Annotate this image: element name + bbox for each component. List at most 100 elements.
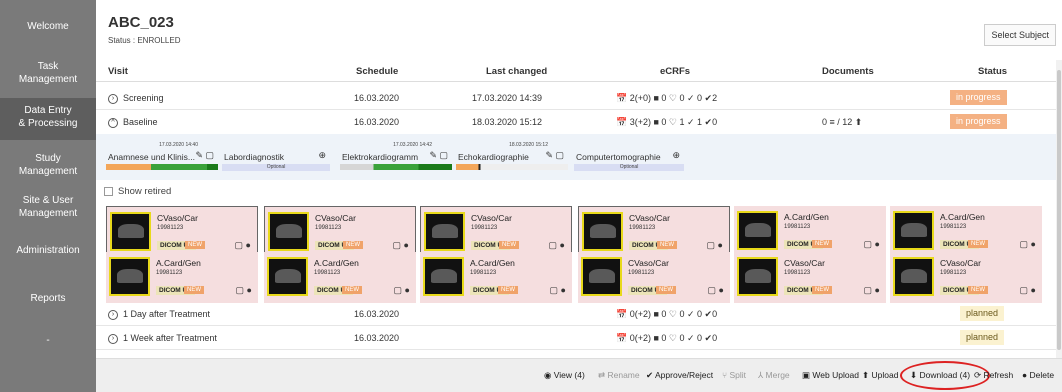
visit-name: 1 Day after Treatment bbox=[123, 309, 211, 319]
visit-ecrfs-summary: 📅 0(+2) ■ 0 ♡ 0 ✓ 0 ✔0 bbox=[616, 333, 718, 343]
comment-info-icons[interactable]: ▢ ● bbox=[707, 240, 723, 251]
visit-row-1-week[interactable]: › 1 Week after Treatment 16.03.2020 📅 0(+… bbox=[96, 326, 1056, 350]
rename-button[interactable]: ⇄ Rename bbox=[598, 370, 640, 381]
document-card[interactable]: A.Card/Gen 19981123 DICOM US NEW ▢ ● bbox=[106, 252, 258, 303]
document-card[interactable]: CVaso/Car 19981123 DICOM US NEW ▢ ● bbox=[890, 252, 1042, 303]
visit-last-changed: 17.03.2020 14:39 bbox=[472, 93, 543, 103]
sidebar-item-data-entry[interactable]: Data Entry & Processing bbox=[0, 98, 96, 140]
expand-icon[interactable]: › bbox=[108, 93, 118, 104]
document-card[interactable]: CVaso/Car 19981123 DICOM US NEW ▢ ● bbox=[734, 252, 886, 303]
visit-row-1-day[interactable]: › 1 Day after Treatment 16.03.2020 📅 0(+2… bbox=[96, 302, 1056, 326]
upload-button[interactable]: ⬆ Upload bbox=[862, 370, 898, 381]
visit-row-baseline[interactable]: ^ Baseline 16.03.2020 18.03.2020 15:12 📅 … bbox=[96, 110, 1056, 134]
crf-progress-bar bbox=[340, 164, 452, 170]
visit-schedule: 16.03.2020 bbox=[354, 93, 400, 103]
document-id: 19981123 bbox=[470, 270, 497, 276]
crf-item[interactable]: Labordiagnostik ⊕ Optional bbox=[222, 142, 330, 172]
collapse-icon[interactable]: ^ bbox=[108, 117, 118, 128]
web-upload-button[interactable]: ▣ Web Upload bbox=[802, 370, 859, 381]
action-toolbar: ◉ View (4) ⇄ Rename ✔ Approve/Reject ⑂ S… bbox=[96, 358, 1062, 392]
sidebar-item-site-user-management[interactable]: Site & User Management bbox=[0, 194, 96, 220]
ultrasound-thumbnail bbox=[423, 257, 464, 296]
ultrasound-thumbnail bbox=[109, 257, 150, 296]
document-card[interactable]: A.Card/Gen 19981123 DICOM US NEW ▢ ● bbox=[734, 206, 886, 257]
crf-name: Echokardiographie bbox=[458, 152, 529, 162]
new-badge: NEW bbox=[968, 286, 988, 294]
document-card[interactable]: A.Card/Gen 19981123 DICOM US NEW ▢ ● bbox=[420, 252, 572, 303]
document-id: 19981123 bbox=[629, 225, 656, 231]
document-card[interactable]: CVaso/Car 19981123 DICOM US NEW ▢ ● bbox=[264, 206, 416, 257]
col-status: Status bbox=[978, 66, 1008, 77]
document-title: A.Card/Gen bbox=[940, 212, 985, 222]
document-card[interactable]: A.Card/Gen 19981123 DICOM US NEW ▢ ● bbox=[264, 252, 416, 303]
merge-button[interactable]: ⅄ Merge bbox=[758, 370, 790, 381]
crf-timestamp: 17.03.2020 14:40 bbox=[159, 142, 198, 148]
col-schedule: Schedule bbox=[356, 66, 399, 77]
select-subject-button[interactable]: Select Subject bbox=[984, 24, 1056, 46]
comment-info-icons[interactable]: ▢ ● bbox=[393, 240, 409, 251]
comment-info-icons[interactable]: ▢ ● bbox=[864, 285, 880, 296]
comment-info-icons[interactable]: ▢ ● bbox=[394, 285, 410, 296]
visit-ecrfs-summary: 📅 3(+2) ■ 0 ♡ 1 ✓ 1 ✔0 bbox=[616, 117, 718, 127]
show-retired-label: Show retired bbox=[118, 186, 172, 197]
crf-item[interactable]: 17.03.2020 14:40 Anamnese und Klinis... … bbox=[106, 142, 218, 172]
visit-schedule: 16.03.2020 bbox=[354, 117, 400, 127]
edit-comment-icon[interactable]: ✎ ▢ bbox=[545, 150, 564, 161]
ultrasound-thumbnail bbox=[582, 212, 623, 251]
add-icon[interactable]: ⊕ bbox=[318, 150, 326, 161]
edit-comment-icon[interactable]: ✎ ▢ bbox=[429, 150, 448, 161]
sidebar-item-administration[interactable]: Administration bbox=[0, 244, 96, 257]
comment-info-icons[interactable]: ▢ ● bbox=[864, 239, 880, 250]
crf-item[interactable]: Computertomographie ⊕ Optional bbox=[574, 142, 684, 172]
sidebar-item-welcome[interactable]: Welcome bbox=[0, 20, 96, 33]
visit-row-screening[interactable]: › Screening 16.03.2020 17.03.2020 14:39 📅… bbox=[96, 86, 1056, 110]
refresh-button[interactable]: ⟳ Refresh bbox=[974, 370, 1013, 381]
document-card[interactable]: A.Card/Gen 19981123 DICOM US NEW ▢ ● bbox=[890, 206, 1042, 257]
crf-area: 17.03.2020 14:40 Anamnese und Klinis... … bbox=[96, 134, 1056, 180]
new-badge: NEW bbox=[185, 241, 205, 249]
document-card[interactable]: CVaso/Car 19981123 DICOM US NEW ▢ ● bbox=[106, 206, 258, 257]
sidebar-item-more[interactable]: - bbox=[0, 334, 96, 347]
document-title: A.Card/Gen bbox=[784, 212, 829, 222]
split-button[interactable]: ⑂ Split bbox=[722, 370, 746, 380]
show-retired-toggle[interactable]: Show retired bbox=[104, 186, 171, 197]
crf-item[interactable]: 18.03.2020 15:12 Echokardiographie ✎ ▢ bbox=[456, 142, 568, 172]
scrollbar-thumb[interactable] bbox=[1057, 70, 1061, 350]
new-badge: NEW bbox=[656, 286, 676, 294]
edit-comment-icon[interactable]: ✎ ▢ bbox=[195, 150, 214, 161]
document-title: CVaso/Car bbox=[157, 213, 198, 223]
sidebar-item-task-management[interactable]: Task Management bbox=[0, 60, 96, 86]
comment-info-icons[interactable]: ▢ ● bbox=[236, 285, 252, 296]
document-title: CVaso/Car bbox=[471, 213, 512, 223]
comment-info-icons[interactable]: ▢ ● bbox=[1020, 285, 1036, 296]
document-card[interactable]: CVaso/Car 19981123 DICOM US NEW ▢ ● bbox=[420, 206, 572, 257]
crf-item[interactable]: 17.03.2020 14:42 Elektrokardiogramm ✎ ▢ bbox=[340, 142, 452, 172]
document-card[interactable]: CVaso/Car 19981123 DICOM US NEW ▢ ● bbox=[578, 206, 730, 257]
crf-name: Anamnese und Klinis... bbox=[108, 152, 195, 162]
ultrasound-thumbnail bbox=[110, 212, 151, 251]
document-title: A.Card/Gen bbox=[156, 258, 201, 268]
comment-info-icons[interactable]: ▢ ● bbox=[235, 240, 251, 251]
scrollbar[interactable] bbox=[1056, 60, 1062, 360]
comment-info-icons[interactable]: ▢ ● bbox=[708, 285, 724, 296]
add-icon[interactable]: ⊕ bbox=[672, 150, 680, 161]
status-badge: in progress bbox=[950, 90, 1007, 105]
status-badge: in progress bbox=[950, 114, 1007, 129]
document-id: 19981123 bbox=[157, 225, 184, 231]
crf-progress-bar bbox=[456, 164, 568, 170]
sidebar-item-reports[interactable]: Reports bbox=[0, 292, 96, 305]
comment-info-icons[interactable]: ▢ ● bbox=[550, 285, 566, 296]
checkbox[interactable] bbox=[104, 186, 113, 196]
view-button[interactable]: ◉ View (4) bbox=[544, 370, 585, 381]
document-id: 19981123 bbox=[784, 270, 811, 276]
approve-reject-button[interactable]: ✔ Approve/Reject bbox=[646, 370, 713, 381]
delete-button[interactable]: ● Delete bbox=[1022, 370, 1054, 380]
comment-info-icons[interactable]: ▢ ● bbox=[1020, 239, 1036, 250]
document-card[interactable]: CVaso/Car 19981123 DICOM US NEW ▢ ● bbox=[578, 252, 730, 303]
expand-icon[interactable]: › bbox=[108, 309, 118, 320]
sidebar-item-study-management[interactable]: Study Management bbox=[0, 152, 96, 178]
document-id: 19981123 bbox=[156, 270, 183, 276]
comment-info-icons[interactable]: ▢ ● bbox=[549, 240, 565, 251]
expand-icon[interactable]: › bbox=[108, 333, 118, 344]
ultrasound-thumbnail bbox=[581, 257, 622, 296]
